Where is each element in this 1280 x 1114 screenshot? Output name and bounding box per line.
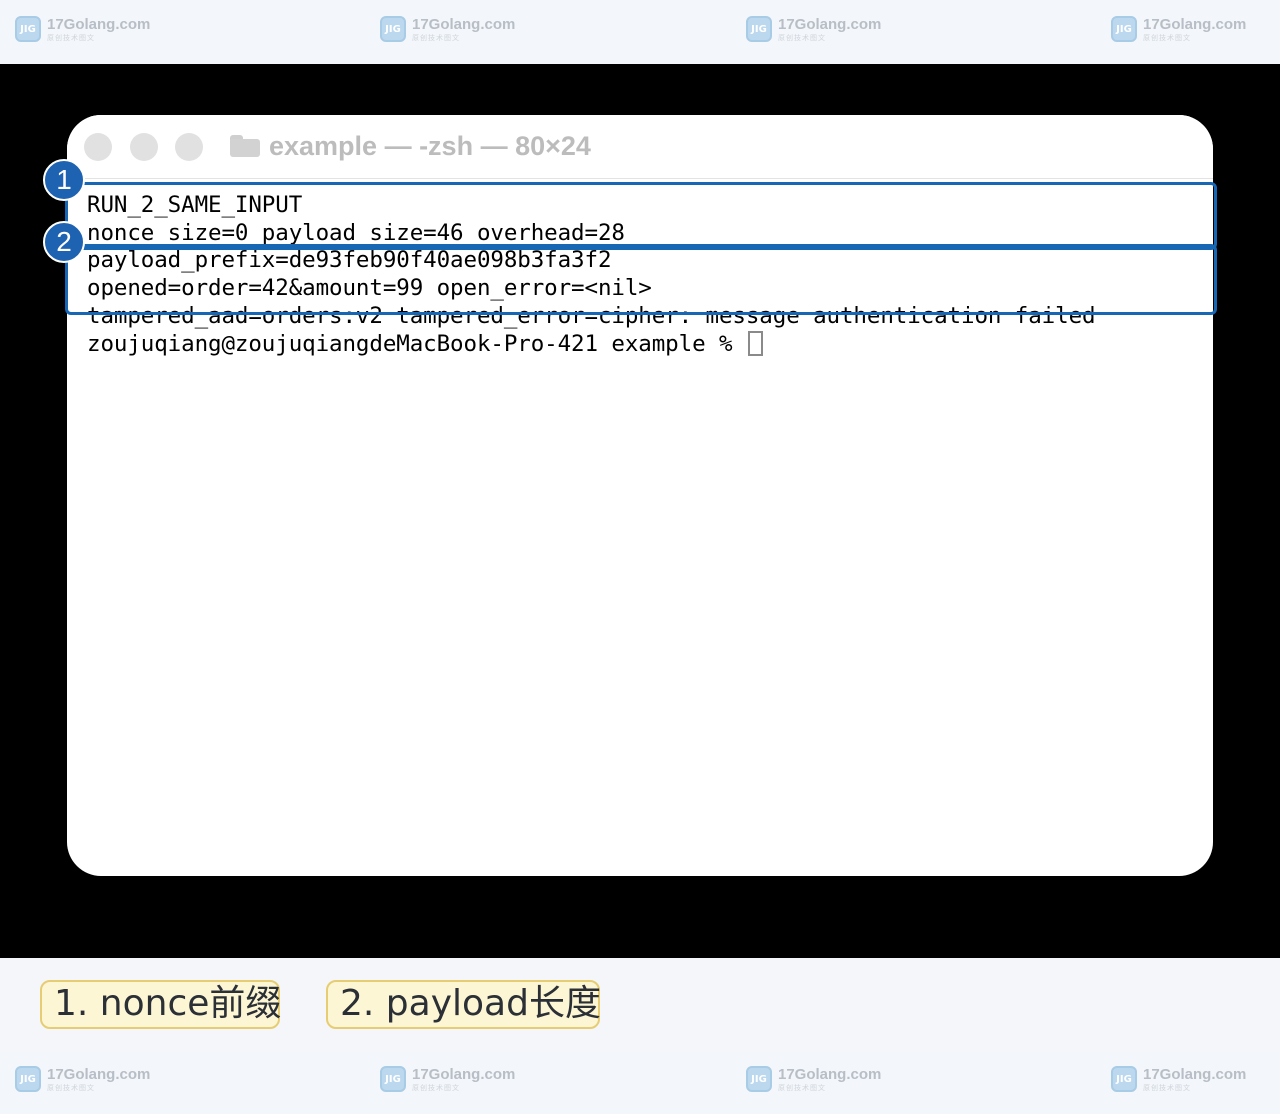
- bottom-watermark-band: JIG 17Golang.com 原创技术图文 JIG 17Golang.com 原…: [0, 1052, 1280, 1114]
- watermark-tagline: 原创技术图文: [412, 33, 460, 42]
- watermark: JIG 17Golang.com 原创技术图文: [380, 1066, 515, 1092]
- close-button[interactable]: [84, 133, 112, 161]
- minimize-button[interactable]: [130, 133, 158, 161]
- annotation-badge-2: 2: [43, 221, 85, 263]
- annotation-label-1: 1. nonce前缀: [40, 980, 281, 1029]
- window-title: example — -zsh — 80×24: [269, 131, 591, 161]
- watermark: JIG 17Golang.com 原创技术图文: [746, 16, 881, 42]
- watermark-site: 17Golang.com: [1143, 15, 1247, 33]
- watermark-tagline: 原创技术图文: [778, 1083, 826, 1092]
- highlight-box-1: [65, 182, 1217, 250]
- shell-prompt: zoujuqiang@zoujuqiangdeMacBook-Pro-421 e…: [87, 330, 746, 357]
- watermark: JIG 17Golang.com 原创技术图文: [1111, 1066, 1246, 1092]
- watermark-tagline: 原创技术图文: [412, 1083, 460, 1092]
- zoom-button[interactable]: [175, 133, 203, 161]
- watermark: JIG 17Golang.com 原创技术图文: [15, 1066, 150, 1092]
- watermark-logo-icon: JIG: [380, 1066, 406, 1092]
- watermark-tagline: 原创技术图文: [778, 33, 826, 42]
- watermark: JIG 17Golang.com 原创技术图文: [380, 16, 515, 42]
- top-watermark-band: JIG 17Golang.com 原创技术图文 JIG 17Golang.com 原…: [0, 0, 1280, 64]
- window-titlebar[interactable]: example — -zsh — 80×24: [67, 115, 1213, 179]
- watermark-site: 17Golang.com: [778, 15, 882, 33]
- watermark-tagline: 原创技术图文: [1143, 1083, 1191, 1092]
- watermark: JIG 17Golang.com 原创技术图文: [746, 1066, 881, 1092]
- watermark-site: 17Golang.com: [412, 1065, 516, 1083]
- watermark-site: 17Golang.com: [1143, 1065, 1247, 1083]
- text-cursor: [747, 330, 763, 356]
- watermark-logo-icon: JIG: [15, 1066, 41, 1092]
- watermark-site: 17Golang.com: [47, 15, 151, 33]
- watermark-logo-icon: JIG: [15, 16, 41, 42]
- watermark-logo-icon: JIG: [746, 16, 772, 42]
- watermark-site: 17Golang.com: [412, 15, 516, 33]
- watermark-logo-icon: JIG: [1111, 16, 1137, 42]
- watermark: JIG 17Golang.com 原创技术图文: [1111, 16, 1246, 42]
- watermark-tagline: 原创技术图文: [1143, 33, 1191, 42]
- watermark-site: 17Golang.com: [47, 1065, 151, 1083]
- watermark-logo-icon: JIG: [380, 16, 406, 42]
- watermark-site: 17Golang.com: [778, 1065, 882, 1083]
- annotation-badge-1: 1: [43, 159, 85, 201]
- terminal-prompt-line: zoujuqiang@zoujuqiangdeMacBook-Pro-421 e…: [87, 330, 1095, 359]
- watermark-logo-icon: JIG: [1111, 1066, 1137, 1092]
- highlight-box-2: [65, 244, 1217, 315]
- folder-icon: [230, 135, 260, 157]
- watermark-tagline: 原创技术图文: [47, 33, 95, 42]
- watermark: JIG 17Golang.com 原创技术图文: [15, 16, 150, 42]
- annotation-label-2: 2. payload长度: [326, 980, 601, 1029]
- watermark-tagline: 原创技术图文: [47, 1083, 95, 1092]
- watermark-logo-icon: JIG: [746, 1066, 772, 1092]
